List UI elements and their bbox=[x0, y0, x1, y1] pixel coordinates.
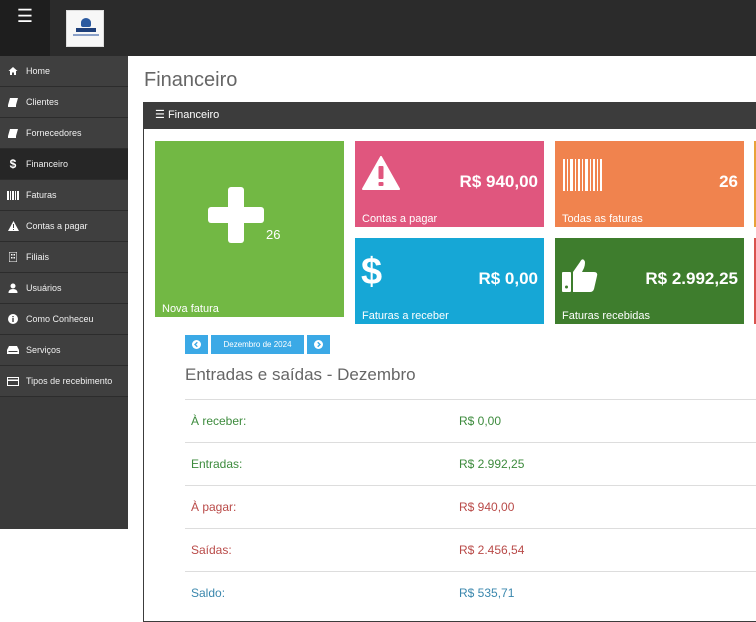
credit-card-icon bbox=[0, 376, 26, 386]
row-value: R$ 2.456,54 bbox=[459, 543, 525, 557]
sidebar: Home Clientes Fornecedores $ Financeiro … bbox=[0, 56, 128, 529]
hamburger-icon: ☰ bbox=[16, 6, 34, 26]
tile-caption: Faturas a receber bbox=[362, 310, 449, 322]
tile-caption: Contas a pagar bbox=[362, 213, 438, 225]
tile-nova-fatura[interactable]: 26 Nova fatura bbox=[155, 141, 344, 317]
user-icon bbox=[0, 283, 26, 293]
home-icon bbox=[0, 66, 26, 76]
sidebar-item-label: Tipos de recebimento bbox=[26, 376, 113, 386]
sidebar-item-faturas[interactable]: Faturas bbox=[0, 180, 128, 211]
tile-value: R$ 0,00 bbox=[478, 269, 538, 288]
hdd-icon bbox=[0, 346, 26, 354]
tile-value: R$ 940,00 bbox=[459, 172, 538, 191]
sidebar-item-como-conheceu[interactable]: Como Conheceu bbox=[0, 304, 128, 335]
book-icon bbox=[0, 128, 26, 138]
sidebar-item-financeiro[interactable]: $ Financeiro bbox=[0, 149, 128, 180]
sidebar-item-clientes[interactable]: Clientes bbox=[0, 87, 128, 118]
chevron-right-icon bbox=[314, 340, 323, 350]
row-value: R$ 940,00 bbox=[459, 500, 515, 514]
sidebar-item-label: Usuários bbox=[26, 283, 62, 293]
row-value: R$ 0,00 bbox=[459, 414, 502, 428]
current-month-label[interactable]: Dezembro de 2024 bbox=[211, 335, 304, 354]
tile-contas-a-pagar[interactable]: R$ 940,00 Contas a pagar bbox=[355, 141, 544, 227]
sidebar-item-tipos-de-recebimento[interactable]: Tipos de recebimento bbox=[0, 366, 128, 397]
warning-icon bbox=[0, 221, 26, 231]
tile-todas-as-faturas[interactable]: 26 Todas as faturas bbox=[555, 141, 744, 227]
table-row: À pagar: R$ 940,00 bbox=[185, 485, 756, 528]
table-row: Saídas: R$ 2.456,54 bbox=[185, 528, 756, 571]
table-row: À receber: R$ 0,00 bbox=[185, 399, 756, 442]
panel-heading-text: Financeiro bbox=[167, 109, 220, 121]
sidebar-item-label: Faturas bbox=[26, 190, 57, 200]
sidebar-item-label: Clientes bbox=[26, 97, 59, 107]
dollar-icon: $ bbox=[361, 251, 383, 293]
sidebar-item-label: Home bbox=[26, 66, 51, 76]
sidebar-item-label: Serviços bbox=[26, 345, 61, 355]
page-title: Financeiro bbox=[144, 69, 238, 91]
next-month-button[interactable] bbox=[307, 335, 330, 354]
panel-heading: ☰ Financeiro bbox=[143, 102, 756, 129]
row-label: À receber: bbox=[191, 414, 247, 428]
top-navbar bbox=[0, 0, 756, 56]
sidebar-item-usuarios[interactable]: Usuários bbox=[0, 273, 128, 304]
sidebar-item-label: Contas a pagar bbox=[26, 221, 88, 231]
tile-caption: Todas as faturas bbox=[562, 213, 643, 225]
row-label: Saídas: bbox=[191, 543, 232, 557]
row-value: R$ 2.992,25 bbox=[459, 457, 525, 471]
chevron-left-icon bbox=[192, 340, 201, 350]
sidebar-item-fornecedores[interactable]: Fornecedores bbox=[0, 118, 128, 149]
barcode-icon bbox=[0, 190, 26, 200]
sidebar-item-filiais[interactable]: Filiais bbox=[0, 242, 128, 273]
tile-count: 26 bbox=[266, 227, 281, 242]
list-icon: ☰ bbox=[155, 109, 165, 121]
table-row: Entradas: R$ 2.992,25 bbox=[185, 442, 756, 485]
warning-icon bbox=[362, 156, 400, 190]
row-value: R$ 535,71 bbox=[459, 586, 515, 600]
sidebar-item-servicos[interactable]: Serviços bbox=[0, 335, 128, 366]
barcode-icon bbox=[563, 159, 602, 191]
company-logo[interactable] bbox=[66, 10, 104, 47]
row-label: À pagar: bbox=[191, 500, 237, 514]
tile-faturas-a-receber[interactable]: $ R$ 0,00 Faturas a receber bbox=[355, 238, 544, 324]
sidebar-item-label: Filiais bbox=[26, 252, 50, 262]
dollar-icon: $ bbox=[9, 157, 17, 171]
building-icon bbox=[0, 252, 26, 262]
thumbs-up-icon bbox=[562, 259, 598, 292]
sidebar-item-label: Como Conheceu bbox=[26, 314, 94, 324]
row-label: Saldo: bbox=[191, 586, 226, 600]
previous-month-button[interactable] bbox=[185, 335, 208, 354]
menu-toggle-button[interactable]: ☰ bbox=[0, 0, 50, 56]
table-row: Saldo: R$ 535,71 bbox=[185, 571, 756, 614]
summary-title: Entradas e saídas - Dezembro bbox=[185, 365, 416, 384]
row-label: Entradas: bbox=[191, 457, 243, 471]
sidebar-item-contas-a-pagar[interactable]: Contas a pagar bbox=[0, 211, 128, 242]
tile-faturas-recebidas[interactable]: R$ 2.992,25 Faturas recebidas bbox=[555, 238, 744, 324]
book-icon bbox=[0, 97, 26, 107]
tile-caption: Faturas recebidas bbox=[562, 310, 651, 322]
sidebar-item-label: Financeiro bbox=[26, 159, 69, 169]
info-icon bbox=[0, 314, 26, 324]
tile-value: R$ 2.992,25 bbox=[645, 269, 738, 288]
plus-icon bbox=[208, 187, 264, 243]
sidebar-item-label: Fornecedores bbox=[26, 128, 82, 138]
tile-caption: Nova fatura bbox=[162, 303, 219, 315]
sidebar-item-home[interactable]: Home bbox=[0, 56, 128, 87]
tile-value: 26 bbox=[719, 172, 738, 191]
